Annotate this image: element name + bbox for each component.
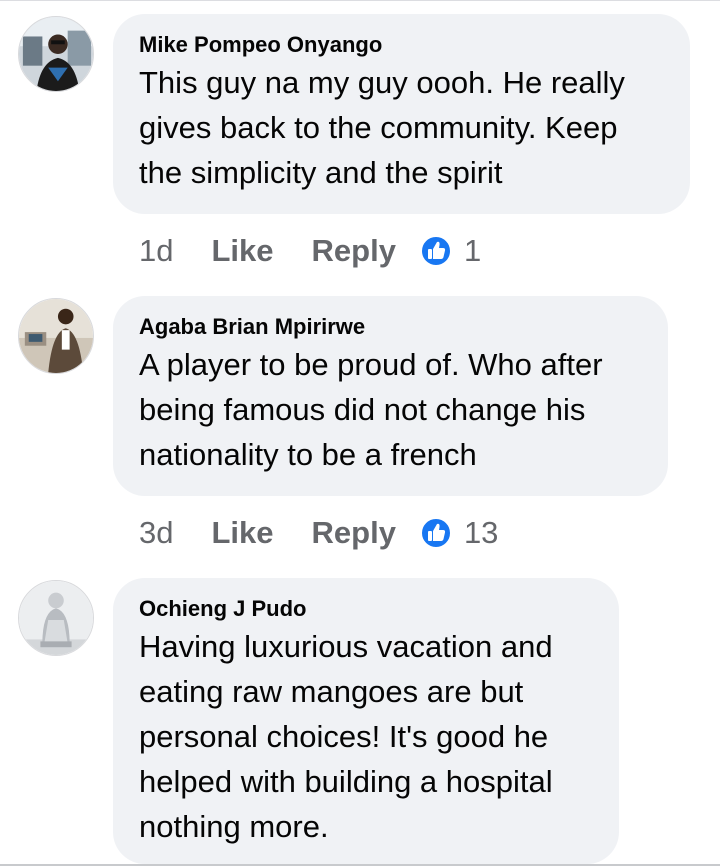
comment-bubble: Agaba Brian Mpirirwe A player to be prou… [113, 296, 668, 496]
comment-text: This guy na my guy oooh. He really gives… [139, 65, 625, 190]
comment-actions: 1d Like Reply 1 [139, 231, 481, 271]
reaction-summary[interactable]: 1 [419, 233, 482, 269]
comment-timestamp[interactable]: 3d [139, 515, 173, 551]
avatar-photo [19, 581, 93, 655]
reply-button[interactable]: Reply [312, 515, 396, 551]
bottom-divider [0, 864, 720, 866]
avatar[interactable] [18, 298, 94, 374]
comment-text: Having luxurious vacation and eating raw… [139, 629, 553, 844]
like-button[interactable]: Like [211, 515, 273, 551]
comment-text: A player to be proud of. Who after being… [139, 347, 603, 472]
thumbs-up-icon [419, 517, 452, 549]
like-button[interactable]: Like [211, 233, 273, 269]
comment-author[interactable]: Mike Pompeo Onyango [139, 32, 662, 58]
avatar-photo [19, 17, 93, 91]
reaction-count: 1 [463, 233, 482, 268]
reaction-count: 13 [463, 515, 499, 550]
comment-actions: 3d Like Reply 13 [139, 513, 498, 553]
comment-bubble: Mike Pompeo Onyango This guy na my guy o… [113, 14, 690, 214]
comment-author[interactable]: Ochieng J Pudo [139, 596, 591, 622]
avatar-photo [19, 299, 93, 373]
reply-button[interactable]: Reply [312, 233, 396, 269]
avatar[interactable] [18, 580, 94, 656]
top-divider [0, 0, 720, 1]
avatar[interactable] [18, 16, 94, 92]
comment-author[interactable]: Agaba Brian Mpirirwe [139, 314, 640, 340]
comment-timestamp[interactable]: 1d [139, 233, 173, 269]
thumbs-up-icon [419, 235, 452, 267]
comment-bubble: Ochieng J Pudo Having luxurious vacation… [113, 578, 619, 864]
reaction-summary[interactable]: 13 [419, 515, 499, 551]
